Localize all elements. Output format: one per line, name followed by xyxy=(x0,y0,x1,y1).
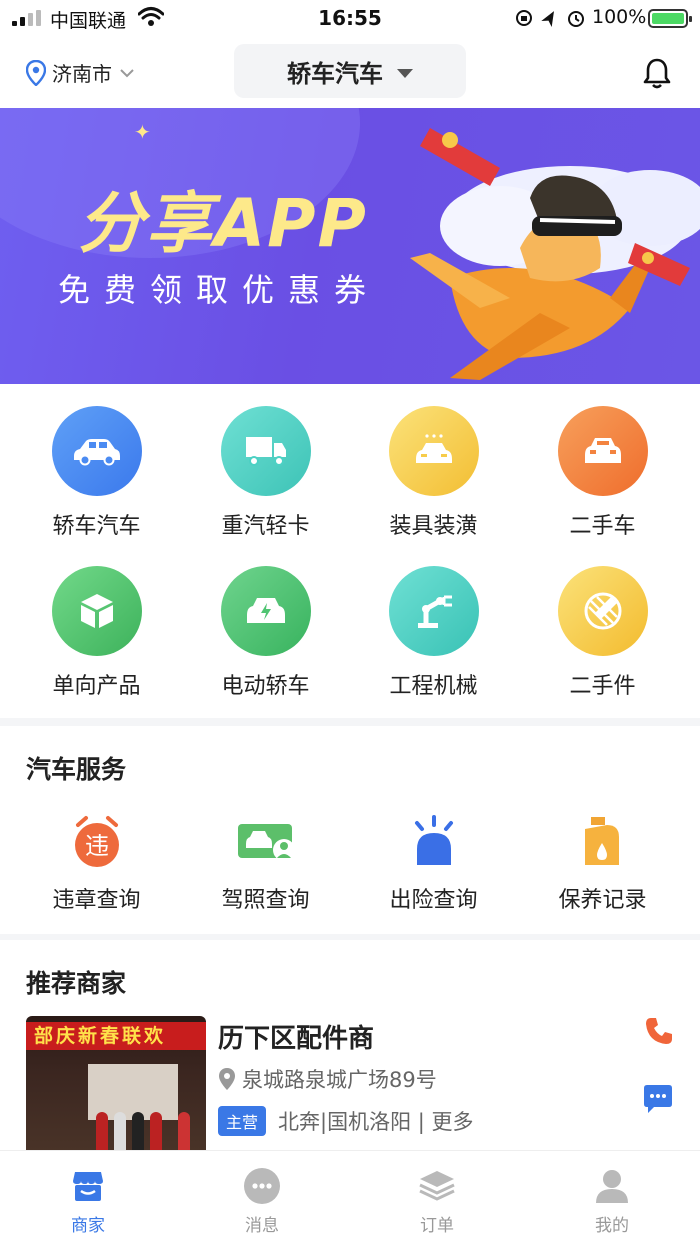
category-label: 单向产品 xyxy=(52,674,141,699)
tab-messages[interactable]: 消息 xyxy=(202,1167,322,1236)
category-dropdown-label: 轿车汽车 xyxy=(287,59,383,88)
service-label: 驾照查询 xyxy=(221,888,310,913)
category-dropdown[interactable]: 轿车汽车 xyxy=(234,44,466,98)
tab-label: 商家 xyxy=(71,1216,105,1236)
service-maintenance-record[interactable]: 保养记录 xyxy=(515,812,690,914)
svg-text:违: 违 xyxy=(85,832,109,860)
location-pin-icon xyxy=(219,1068,235,1090)
car-decoration-icon xyxy=(388,406,479,496)
category-label: 工程机械 xyxy=(389,674,478,699)
category-label: 二手车 xyxy=(569,514,636,539)
phone-icon[interactable] xyxy=(644,1016,674,1046)
battery-percent: 100% xyxy=(592,6,647,28)
status-bar: 中国联通 16:55 100% xyxy=(0,0,700,36)
location-pin-icon xyxy=(26,59,46,86)
pilot-airplane-illustration xyxy=(410,128,700,380)
category-item-machinery[interactable]: 工程机械 xyxy=(346,566,521,700)
merchant-photo: 部庆新春联欢 xyxy=(26,1016,206,1150)
category-item-product[interactable]: 单向产品 xyxy=(9,566,184,700)
recommended-merchants-section: 推荐商家 部庆新春联欢 历下区配件商 泉城路泉城广场89号 主营 北奔|国机洛阳… xyxy=(0,940,700,1150)
city-label: 济南市 xyxy=(52,62,112,86)
chevron-down-icon xyxy=(120,68,134,77)
category-label: 轿车汽车 xyxy=(52,514,141,539)
orders-layers-icon xyxy=(377,1167,497,1205)
message-icon xyxy=(202,1167,322,1205)
bell-icon[interactable] xyxy=(640,56,674,90)
chat-icon[interactable] xyxy=(642,1084,674,1114)
section-title: 汽车服务 xyxy=(26,755,127,784)
sedan-icon xyxy=(51,406,142,496)
category-item-decoration[interactable]: 装具装潢 xyxy=(346,406,521,540)
service-label: 违章查询 xyxy=(52,888,141,913)
category-grid: 轿车汽车 重汽轻卡 装具装潢 二手车 单向产品 电动轿车 工程机械 二手件 xyxy=(0,384,700,718)
service-license-query[interactable]: 驾照查询 xyxy=(178,812,353,914)
truck-icon xyxy=(220,406,311,496)
used-car-icon xyxy=(557,406,648,496)
tab-profile[interactable]: 我的 xyxy=(552,1167,672,1236)
tab-merchants[interactable]: 商家 xyxy=(28,1167,148,1236)
siren-icon xyxy=(346,812,521,872)
car-services-section: 汽车服务 违 违章查询 驾照查询 出险查询 保养记录 xyxy=(0,726,700,934)
violation-clock-icon: 违 xyxy=(9,812,184,872)
top-header: 济南市 轿车汽车 xyxy=(0,36,700,108)
license-icon xyxy=(178,812,353,872)
main-business-badge: 主营 xyxy=(218,1106,267,1136)
tab-label: 我的 xyxy=(595,1216,629,1236)
electric-car-icon xyxy=(220,566,311,656)
category-item-used-car[interactable]: 二手车 xyxy=(515,406,690,540)
status-icons xyxy=(516,10,584,28)
robot-arm-icon xyxy=(388,566,479,656)
category-label: 电动轿车 xyxy=(221,674,310,699)
banner-subtitle: 免费领取优惠券 xyxy=(58,271,381,309)
promo-banner[interactable]: ✦ 分享APP 免费领取优惠券 xyxy=(0,108,700,384)
tab-label: 订单 xyxy=(420,1216,454,1236)
service-label: 出险查询 xyxy=(389,888,478,913)
category-label: 重汽轻卡 xyxy=(221,514,310,539)
merchant-name: 历下区配件商 xyxy=(218,1024,375,1054)
bottom-tab-bar: 商家 消息 订单 我的 xyxy=(0,1150,700,1244)
caret-down-icon xyxy=(397,68,413,78)
merchant-address-text: 泉城路泉城广场89号 xyxy=(242,1068,437,1092)
photo-banner-text: 部庆新春联欢 xyxy=(26,1022,206,1050)
section-title: 推荐商家 xyxy=(26,969,127,998)
category-item-sedan[interactable]: 轿车汽车 xyxy=(9,406,184,540)
service-accident-query[interactable]: 出险查询 xyxy=(346,812,521,914)
merchant-address: 泉城路泉城广场89号 xyxy=(218,1064,437,1094)
merchant-tags: 主营 北奔|国机洛阳 | 更多 xyxy=(218,1106,474,1136)
category-label: 装具装潢 xyxy=(389,514,478,539)
parts-icon xyxy=(557,566,648,656)
category-label: 二手件 xyxy=(569,674,636,699)
store-icon xyxy=(28,1167,148,1205)
category-item-electric-car[interactable]: 电动轿车 xyxy=(178,566,353,700)
service-violation-query[interactable]: 违 违章查询 xyxy=(9,812,184,914)
profile-icon xyxy=(552,1167,672,1205)
category-item-used-parts[interactable]: 二手件 xyxy=(515,566,690,700)
service-label: 保养记录 xyxy=(558,888,647,913)
banner-title: 分享APP xyxy=(78,185,368,262)
tab-orders[interactable]: 订单 xyxy=(377,1167,497,1236)
oil-can-icon xyxy=(515,812,690,872)
battery-icon xyxy=(648,9,692,28)
tab-label: 消息 xyxy=(245,1216,279,1236)
merchant-brands: 北奔|国机洛阳 | 更多 xyxy=(278,1110,474,1134)
city-selector[interactable]: 济南市 xyxy=(26,58,134,87)
sparkle-icon: ✦ xyxy=(134,120,151,144)
category-item-truck[interactable]: 重汽轻卡 xyxy=(178,406,353,540)
box-icon xyxy=(51,566,142,656)
